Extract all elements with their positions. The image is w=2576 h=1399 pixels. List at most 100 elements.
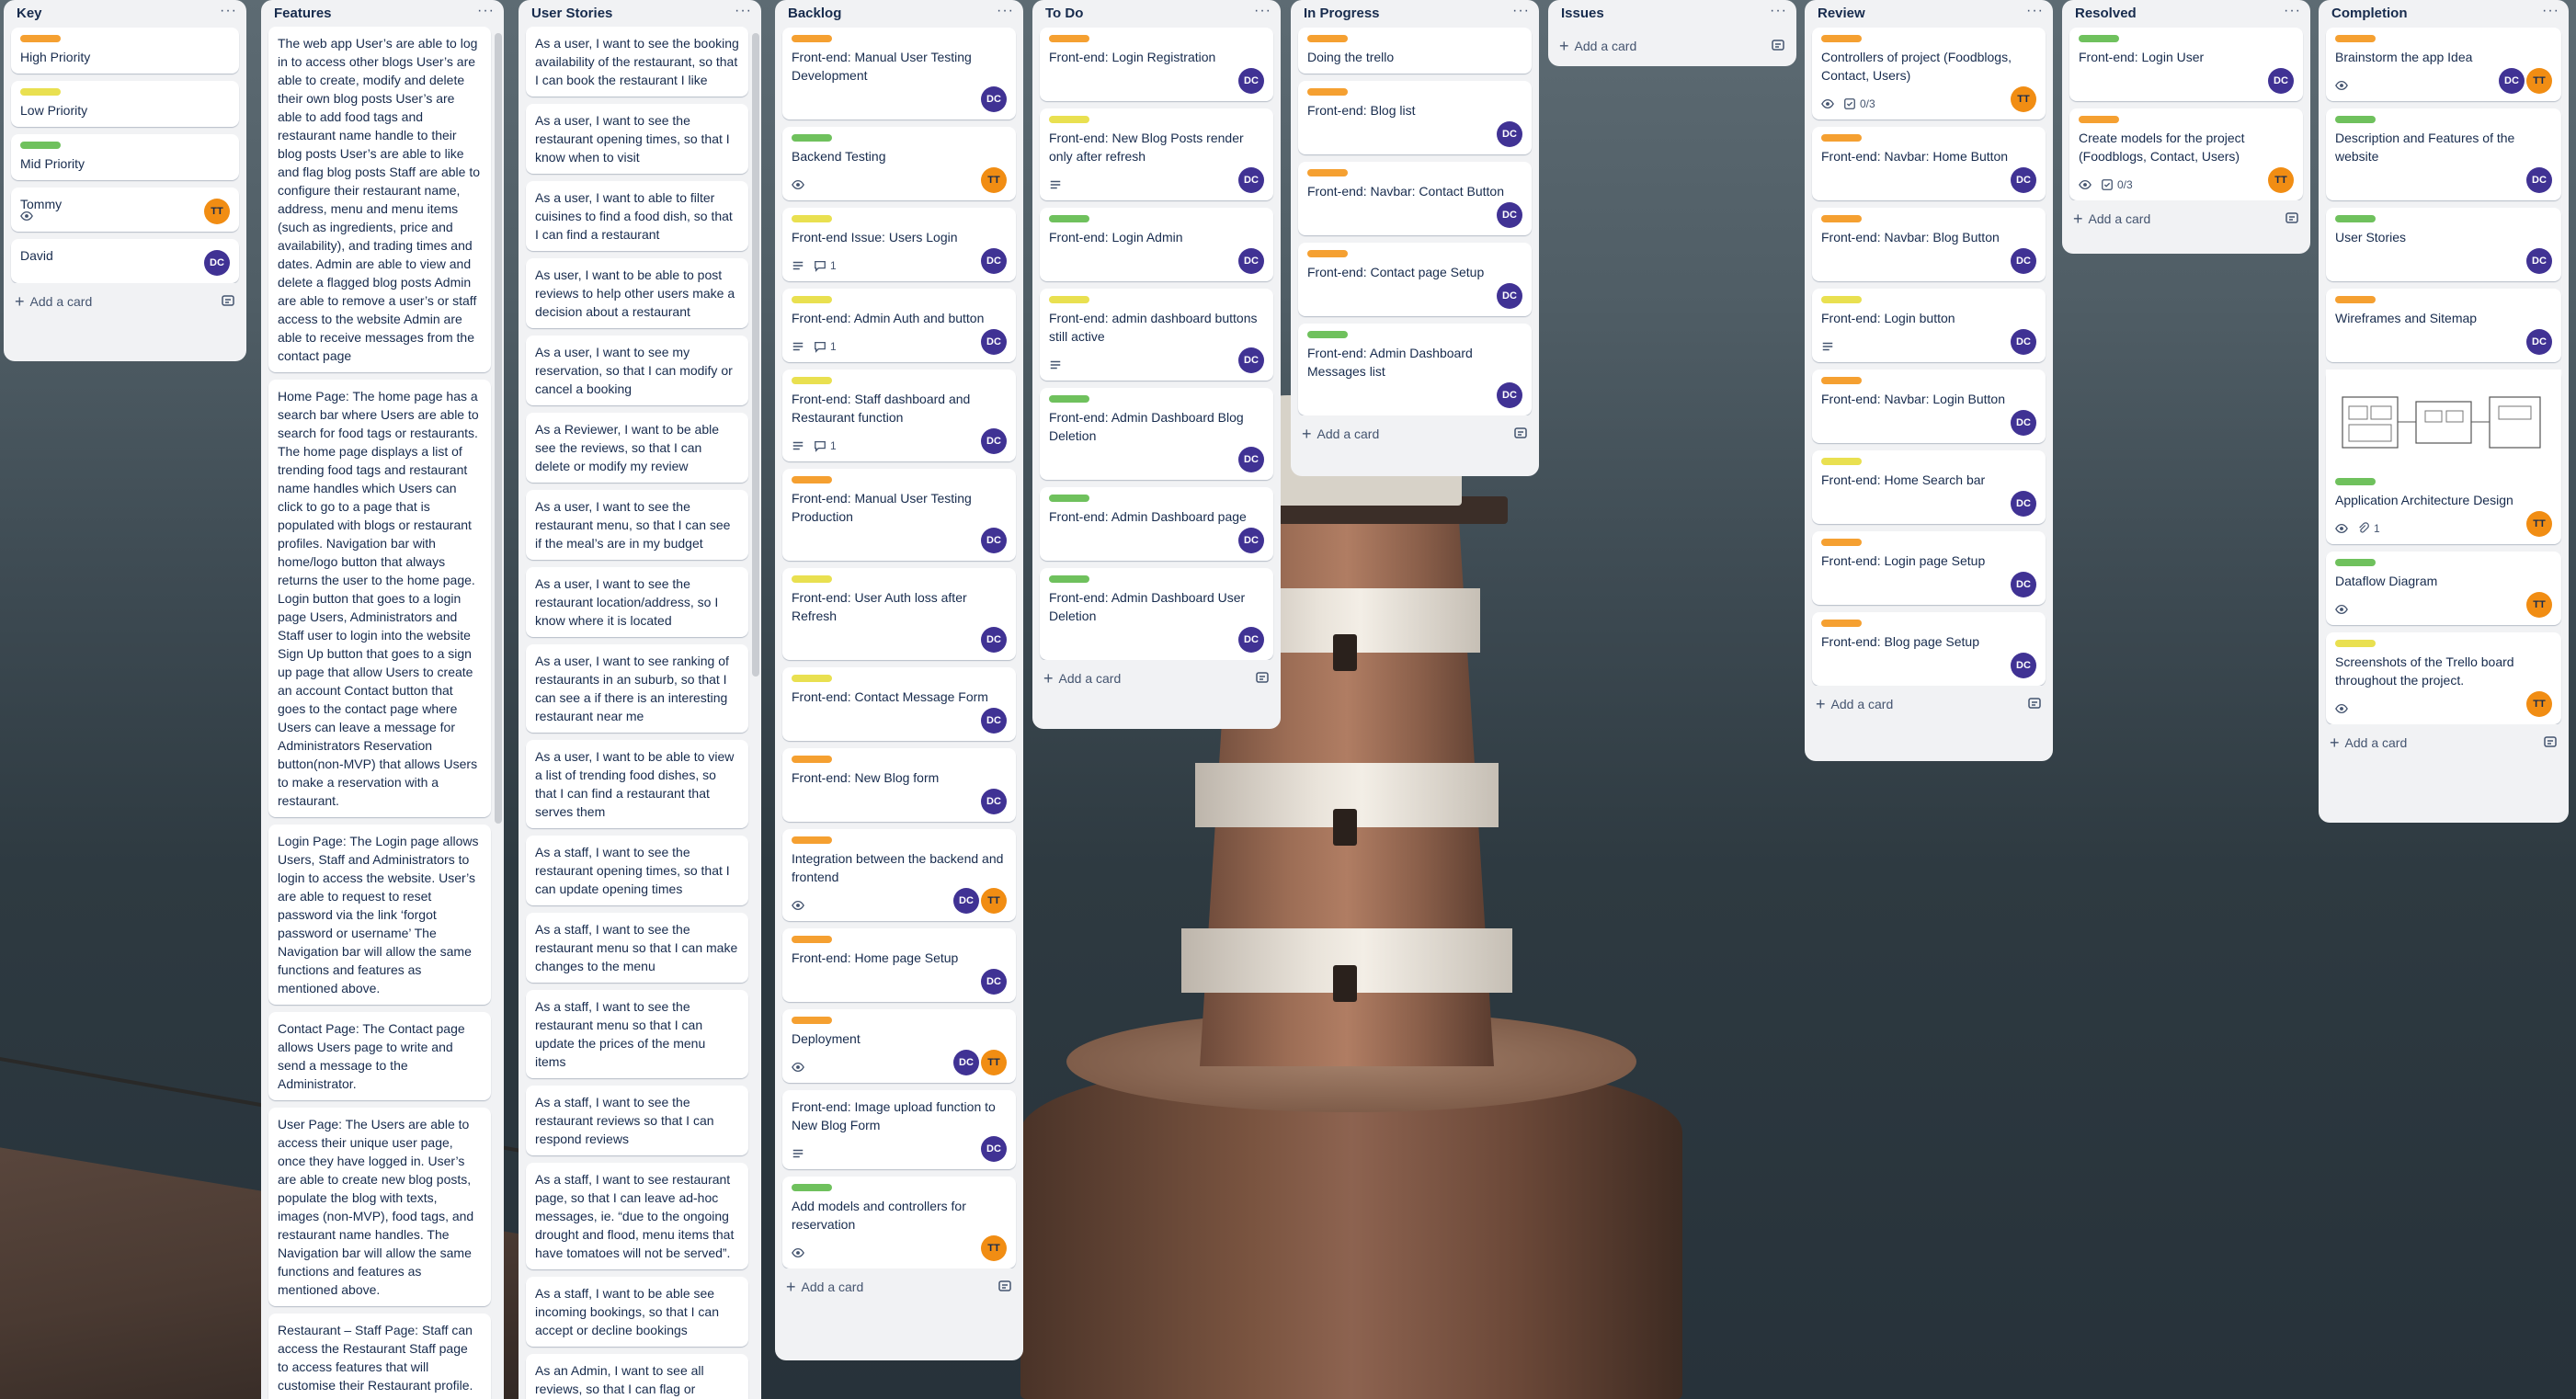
list-card[interactable]: Front-end: Blog page Setup DC	[1812, 612, 2046, 686]
list-card[interactable]: Front-end: admin dashboard buttons still…	[1040, 289, 1273, 381]
list-card[interactable]: Front-end: Login Registration DC	[1040, 28, 1273, 101]
card-label-green[interactable]	[792, 134, 832, 142]
card-label-orange[interactable]	[1307, 88, 1348, 96]
list-card[interactable]: Wireframes and Sitemap DC	[2326, 289, 2561, 362]
card-label-green[interactable]	[20, 142, 61, 149]
list-card[interactable]: Front-end: Manual User Testing Productio…	[782, 469, 1016, 561]
card-label-orange[interactable]	[1821, 539, 1862, 546]
avatar[interactable]: DC	[981, 86, 1007, 112]
avatar[interactable]: DC	[2011, 491, 2036, 517]
key-card[interactable]: High Priority	[11, 28, 239, 74]
list-card[interactable]: Front-end: New Blog form DC	[782, 748, 1016, 822]
list-card[interactable]: Controllers of project (Foodblogs, Conta…	[1812, 28, 2046, 119]
avatar[interactable]: DC	[981, 528, 1007, 553]
avatar[interactable]: DC	[981, 248, 1007, 274]
list-card[interactable]: Dataflow Diagram TT	[2326, 552, 2561, 625]
avatar[interactable]: DC	[2268, 68, 2294, 94]
avatar[interactable]: DC	[981, 627, 1007, 653]
text-card[interactable]: As a staff, I want to see the restaurant…	[526, 1086, 748, 1156]
add-card-button[interactable]: + Add a card	[2062, 200, 2310, 237]
list-card[interactable]: Front-end: Navbar: Contact Button DC	[1298, 162, 1532, 235]
text-card[interactable]: As a user, I want to able to filter cuis…	[526, 181, 748, 252]
list-card[interactable]: Front-end: New Blog Posts render only af…	[1040, 108, 1273, 200]
list-card[interactable]: Front-end: Login page Setup DC	[1812, 531, 2046, 605]
avatar[interactable]: DC	[2011, 653, 2036, 678]
avatar[interactable]: DC	[1238, 627, 1264, 653]
avatar[interactable]: DC	[981, 708, 1007, 734]
text-card[interactable]: As a user, I want to see the restaurant …	[526, 104, 748, 175]
template-icon[interactable]	[2543, 734, 2558, 752]
text-card[interactable]: As an Admin, I want to see all reviews, …	[526, 1354, 748, 1399]
list-card[interactable]: Front-end: Admin Dashboard User Deletion…	[1040, 568, 1273, 660]
card-label-yellow[interactable]	[792, 296, 832, 303]
list-card[interactable]: Backend Testing TT	[782, 127, 1016, 200]
list-card[interactable]: Screenshots of the Trello board througho…	[2326, 632, 2561, 724]
card-label-orange[interactable]	[20, 35, 61, 42]
text-card[interactable]: As a user, I want to be able to view a l…	[526, 740, 748, 829]
avatar[interactable]: DC	[2011, 329, 2036, 355]
text-card[interactable]: As a user, I want to see the restaurant …	[526, 490, 748, 561]
list-card[interactable]: Add models and controllers for reservati…	[782, 1177, 1016, 1268]
card-label-green[interactable]	[2335, 478, 2376, 485]
card-label-yellow[interactable]	[20, 88, 61, 96]
avatar[interactable]: TT	[2268, 167, 2294, 193]
avatar[interactable]: DC	[1238, 528, 1264, 553]
avatar[interactable]: DC	[2526, 167, 2552, 193]
avatar[interactable]: DC	[2526, 248, 2552, 274]
avatar[interactable]: DC	[981, 789, 1007, 814]
add-card-button[interactable]: + Add a card	[1548, 28, 1796, 64]
avatar[interactable]: TT	[204, 199, 230, 224]
card-label-orange[interactable]	[792, 836, 832, 844]
list-menu-button[interactable]: ···	[2026, 4, 2044, 18]
card-label-orange[interactable]	[1307, 169, 1348, 176]
card-label-orange[interactable]	[2335, 296, 2376, 303]
template-icon[interactable]	[997, 1279, 1012, 1296]
list-scrollbar[interactable]	[752, 33, 759, 677]
list-card[interactable]: Front-end Issue: Users Login 1 DC	[782, 208, 1016, 281]
card-label-orange[interactable]	[792, 756, 832, 763]
text-card[interactable]: The web app User’s are able to log in to…	[268, 27, 491, 373]
card-label-orange[interactable]	[1307, 35, 1348, 42]
key-card[interactable]: David DC	[11, 239, 239, 283]
list-card[interactable]: Front-end: Contact page Setup DC	[1298, 243, 1532, 316]
text-card[interactable]: As a user, I want to see the booking ava…	[526, 27, 748, 97]
list-menu-button[interactable]: ···	[1770, 4, 1787, 18]
text-card[interactable]: As a user, I want to see ranking of rest…	[526, 644, 748, 734]
text-card[interactable]: Restaurant – Staff Page: Staff can acces…	[268, 1314, 491, 1399]
template-icon[interactable]	[2285, 210, 2299, 228]
card-label-orange[interactable]	[2079, 116, 2119, 123]
list-card[interactable]: Front-end: Home page Setup DC	[782, 928, 1016, 1002]
avatar[interactable]: DC	[1497, 202, 1522, 228]
avatar[interactable]: DC	[981, 428, 1007, 454]
card-label-orange[interactable]	[1821, 134, 1862, 142]
card-label-yellow[interactable]	[2335, 640, 2376, 647]
avatar[interactable]: TT	[981, 1050, 1007, 1075]
list-card[interactable]: Description and Features of the website D…	[2326, 108, 2561, 200]
card-label-yellow[interactable]	[1821, 296, 1862, 303]
list-card[interactable]: Front-end: Admin Dashboard Blog Deletion…	[1040, 388, 1273, 480]
card-label-green[interactable]	[792, 1184, 832, 1191]
text-card[interactable]: As a staff, I want to see restaurant pag…	[526, 1163, 748, 1270]
card-label-green[interactable]	[2335, 559, 2376, 566]
avatar[interactable]: DC	[204, 250, 230, 276]
avatar[interactable]: DC	[953, 1050, 979, 1075]
card-label-orange[interactable]	[1821, 215, 1862, 222]
avatar[interactable]: DC	[2011, 248, 2036, 274]
list-card[interactable]: User Stories DC	[2326, 208, 2561, 281]
avatar[interactable]: DC	[1238, 447, 1264, 472]
list-card[interactable]: Front-end: Admin Auth and button 1 DC	[782, 289, 1016, 362]
avatar[interactable]: DC	[1238, 167, 1264, 193]
list-scrollbar[interactable]	[495, 33, 502, 824]
text-card[interactable]: As a staff, I want to see the restaurant…	[526, 836, 748, 906]
list-card[interactable]: Application Architecture Design 1 TT	[2326, 370, 2561, 544]
list-card[interactable]: Front-end: Admin Dashboard page DC	[1040, 487, 1273, 561]
card-label-green[interactable]	[2335, 116, 2376, 123]
list-card[interactable]: Integration between the backend and fron…	[782, 829, 1016, 921]
text-card[interactable]: As user, I want to be able to post revie…	[526, 258, 748, 329]
add-card-button[interactable]: + Add a card	[1032, 660, 1281, 697]
add-card-button[interactable]: + Add a card	[775, 1268, 1023, 1305]
template-icon[interactable]	[221, 293, 235, 311]
avatar[interactable]: TT	[2011, 86, 2036, 112]
text-card[interactable]: As a Reviewer, I want to be able see the…	[526, 413, 748, 483]
list-menu-button[interactable]: ···	[220, 4, 237, 18]
